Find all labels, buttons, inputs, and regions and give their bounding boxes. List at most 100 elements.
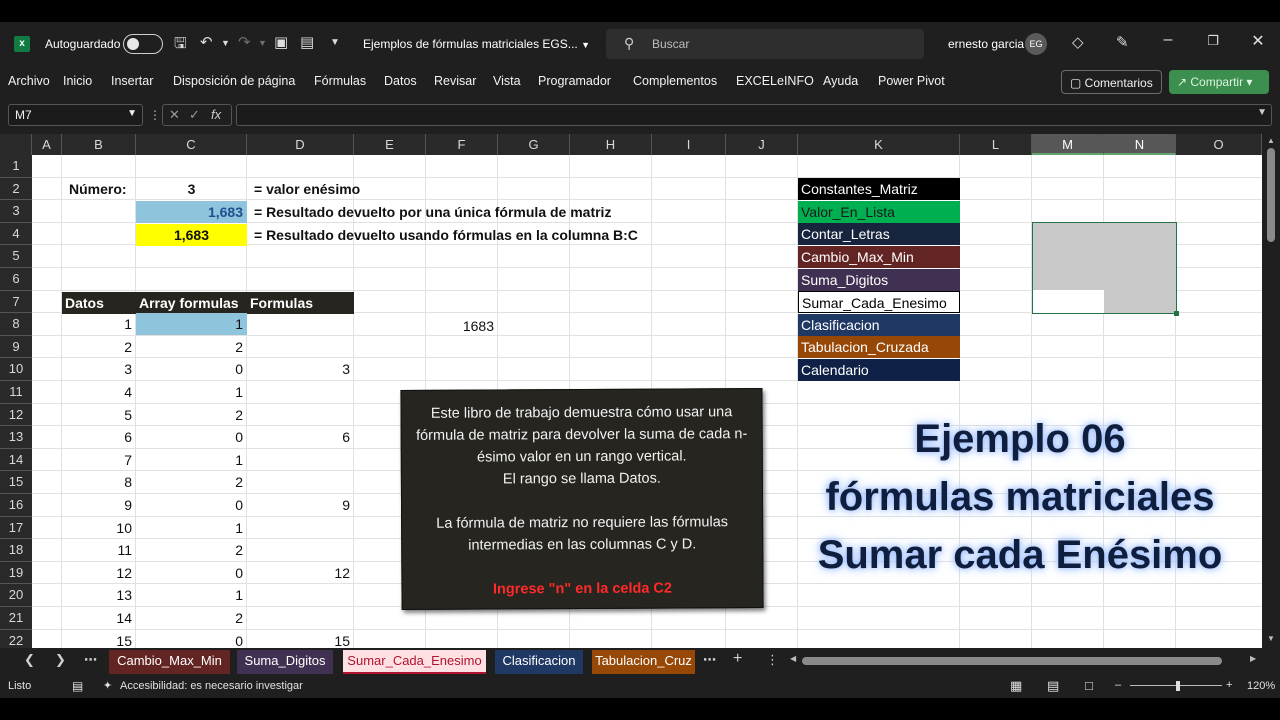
nav-link-calendario[interactable]: Calendario bbox=[798, 358, 960, 381]
search-box[interactable]: ⚲ Buscar bbox=[606, 29, 924, 59]
tab-disposicion[interactable]: Disposición de página bbox=[173, 74, 295, 88]
col-header-o[interactable]: O bbox=[1176, 134, 1262, 155]
sheet-tab-cambio-max-min[interactable]: Cambio_Max_Min bbox=[109, 650, 230, 674]
col-header-b[interactable]: B bbox=[62, 134, 136, 155]
accessibility-icon[interactable]: ✦ bbox=[103, 679, 112, 692]
col-header-a[interactable]: A bbox=[32, 134, 62, 155]
nav-link-tabulacion-cruzada[interactable]: Tabulacion_Cruzada bbox=[798, 336, 960, 359]
col-header-j[interactable]: J bbox=[726, 134, 798, 155]
datos-cell[interactable]: 12 bbox=[62, 562, 136, 584]
tab-archivo[interactable]: Archivo bbox=[8, 74, 50, 88]
select-all-corner[interactable] bbox=[0, 134, 32, 155]
nav-link-valor-en-lista[interactable]: Valor_En_Lista bbox=[798, 200, 960, 223]
enter-icon[interactable]: ✓ bbox=[189, 107, 200, 123]
array-formula-cell[interactable]: 0 bbox=[136, 562, 247, 584]
col-header-m[interactable]: M bbox=[1032, 134, 1104, 155]
formula-cell[interactable] bbox=[247, 471, 354, 493]
formula-cell[interactable] bbox=[247, 517, 354, 539]
f8-value-cell[interactable]: 1683 bbox=[426, 315, 498, 337]
tab-vista[interactable]: Vista bbox=[493, 74, 521, 88]
restore-button[interactable]: ❐ bbox=[1198, 33, 1228, 49]
accessibility-status[interactable]: Accesibilidad: es necesario investigar bbox=[120, 680, 303, 692]
add-sheet-icon[interactable]: + bbox=[733, 650, 742, 668]
formula-cell[interactable]: 6 bbox=[247, 426, 354, 448]
expand-formula-icon[interactable]: ▼ bbox=[1257, 107, 1267, 118]
tab-ayuda[interactable]: Ayuda bbox=[823, 74, 858, 88]
array-formula-cell[interactable]: 1 bbox=[136, 313, 247, 336]
datos-cell[interactable]: 13 bbox=[62, 584, 136, 606]
column-result-cell[interactable]: 1,683 bbox=[136, 224, 247, 246]
row-header[interactable]: 16 bbox=[0, 494, 32, 517]
col-header-d[interactable]: D bbox=[247, 134, 354, 155]
scroll-left-icon[interactable]: ◀ bbox=[790, 654, 796, 663]
sheet-tab-sumar-cada-enesimo[interactable]: Sumar_Cada_Enesimo bbox=[343, 650, 486, 674]
tab-splitter-icon[interactable]: ⋮ bbox=[766, 652, 779, 668]
nav-link-sumar-cada-enesimo[interactable]: Sumar_Cada_Enesimo bbox=[798, 291, 960, 314]
name-box[interactable]: M7 ▼ bbox=[8, 104, 143, 126]
tab-complementos[interactable]: Complementos bbox=[633, 74, 717, 88]
row-header[interactable]: 22 bbox=[0, 629, 32, 648]
row-header[interactable]: 11 bbox=[0, 381, 32, 404]
sheet-tab-clasificacion[interactable]: Clasificacion bbox=[495, 650, 583, 674]
undo-icon[interactable]: ↶ bbox=[200, 33, 213, 51]
comments-button[interactable]: ▢ Comentarios bbox=[1061, 70, 1162, 94]
horizontal-scroll-thumb[interactable] bbox=[802, 657, 1222, 665]
diamond-icon[interactable]: ◇ bbox=[1072, 33, 1084, 51]
row-header[interactable]: 12 bbox=[0, 403, 32, 427]
datos-cell[interactable]: 3 bbox=[62, 358, 136, 380]
document-title[interactable]: Ejemplos de fórmulas matriciales EGS... … bbox=[363, 37, 590, 51]
redo-icon[interactable]: ↷ bbox=[238, 33, 251, 51]
undo-dropdown-icon[interactable]: ▼ bbox=[221, 38, 230, 48]
sheet-tab-tabulacion-cruzada[interactable]: Tabulacion_Cruz bbox=[592, 650, 695, 674]
datos-cell[interactable]: 15 bbox=[62, 630, 136, 648]
col-header-f[interactable]: F bbox=[426, 134, 498, 155]
formula-cell[interactable] bbox=[247, 336, 354, 358]
tab-datos[interactable]: Datos bbox=[384, 74, 417, 88]
array-formula-cell[interactable]: 0 bbox=[136, 426, 247, 448]
scroll-up-icon[interactable]: ▲ bbox=[1267, 136, 1275, 145]
insert-function-icon[interactable]: fx bbox=[211, 107, 221, 122]
nav-link-constantes-matriz[interactable]: Constantes_Matriz bbox=[798, 178, 960, 201]
col-header-h[interactable]: H bbox=[570, 134, 652, 155]
zoom-level[interactable]: 120% bbox=[1247, 680, 1275, 692]
col-header-n[interactable]: N bbox=[1104, 134, 1176, 155]
row-header[interactable]: 9 bbox=[0, 335, 32, 359]
array-formula-cell[interactable]: 1 bbox=[136, 449, 247, 471]
formula-input[interactable]: ▼ bbox=[236, 104, 1272, 126]
array-formula-cell[interactable]: 1 bbox=[136, 381, 247, 403]
row-header[interactable]: 15 bbox=[0, 471, 32, 494]
horizontal-scrollbar[interactable]: ◀ ▶ bbox=[790, 654, 1260, 668]
row-header[interactable]: 13 bbox=[0, 426, 32, 449]
more-sheets-icon[interactable]: ⋯ bbox=[84, 652, 97, 668]
formula-cell[interactable] bbox=[247, 313, 354, 335]
tab-formulas[interactable]: Fórmulas bbox=[314, 74, 366, 88]
row-header[interactable]: 8 bbox=[0, 313, 32, 336]
zoom-out-icon[interactable]: – bbox=[1115, 679, 1121, 691]
worksheet[interactable]: A B C D E F G H I J K L M N O 1234567891… bbox=[0, 134, 1280, 648]
autosave-toggle[interactable] bbox=[123, 34, 163, 54]
datos-cell[interactable]: 1 bbox=[62, 313, 136, 335]
datos-cell[interactable]: 14 bbox=[62, 607, 136, 629]
vertical-scroll-thumb[interactable] bbox=[1267, 148, 1275, 242]
datos-cell[interactable]: 2 bbox=[62, 336, 136, 358]
array-formula-cell[interactable]: 2 bbox=[136, 471, 247, 493]
formula-cell[interactable] bbox=[247, 404, 354, 426]
tab-insertar[interactable]: Insertar bbox=[111, 74, 153, 88]
avatar[interactable]: EG bbox=[1025, 33, 1047, 55]
tab-inicio[interactable]: Inicio bbox=[63, 74, 92, 88]
user-name[interactable]: ernesto garcia bbox=[948, 37, 1024, 51]
row-header[interactable]: 14 bbox=[0, 448, 32, 472]
cancel-icon[interactable]: ✕ bbox=[169, 107, 180, 123]
row-header[interactable]: 19 bbox=[0, 561, 32, 585]
array-formula-cell[interactable]: 0 bbox=[136, 358, 247, 380]
formula-cell[interactable]: 15 bbox=[247, 630, 354, 648]
row-header[interactable]: 1 bbox=[0, 155, 32, 178]
col-header-i[interactable]: I bbox=[652, 134, 726, 155]
col-header-k[interactable]: K bbox=[798, 134, 960, 155]
vertical-scrollbar[interactable]: ▲ ▼ bbox=[1262, 134, 1280, 648]
formula-cell[interactable] bbox=[247, 449, 354, 471]
macro-record-icon[interactable]: ▤ bbox=[72, 679, 83, 693]
camera-icon[interactable]: ▣ bbox=[274, 33, 288, 51]
n-input-cell[interactable]: 3 bbox=[136, 178, 247, 200]
save-icon[interactable]: 🖫 bbox=[174, 33, 187, 58]
